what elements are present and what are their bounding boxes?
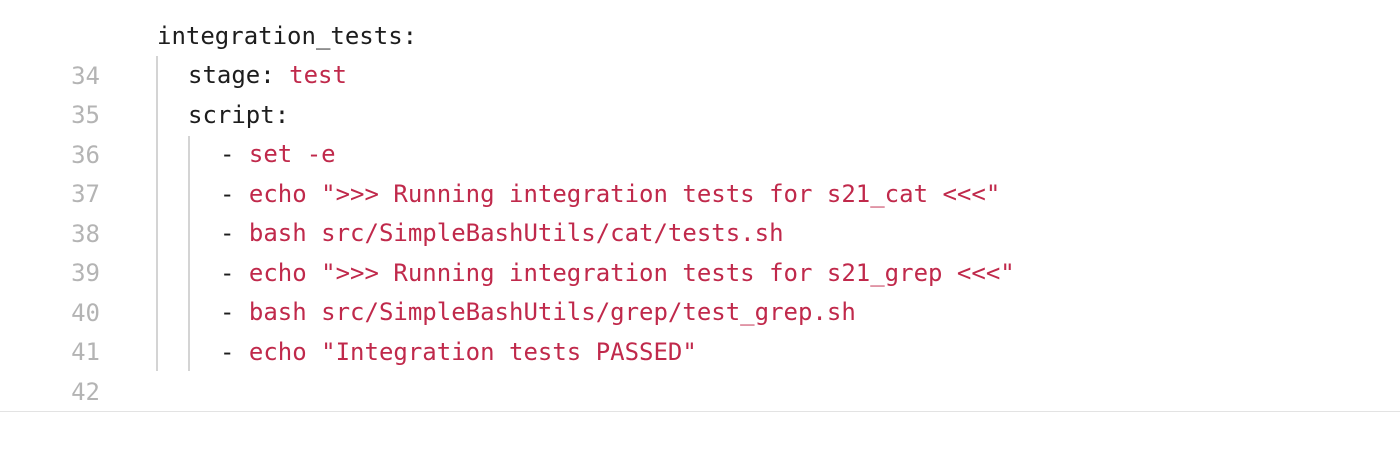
code-line[interactable]: 39 - bash src/SimpleBashUtils/cat/tests.…	[0, 213, 1400, 287]
code-editor[interactable]: 34 integration_tests: 35 stage: test 36 …	[0, 0, 1400, 412]
code-line[interactable]: 43	[0, 371, 1400, 411]
list-dash: -	[220, 298, 249, 326]
list-dash: -	[220, 140, 249, 168]
code-text: stage: test	[188, 55, 347, 95]
yaml-key: integration_tests:	[157, 22, 418, 50]
code-line[interactable]: 41 - bash src/SimpleBashUtils/grep/test_…	[0, 292, 1400, 366]
code-text: - echo ">>> Running integration tests fo…	[220, 174, 1000, 214]
code-text: integration_tests:	[157, 16, 417, 56]
list-dash: -	[220, 180, 249, 208]
yaml-value: bash src/SimpleBashUtils/cat/tests.sh	[248, 219, 784, 247]
code-text: - echo "Integration tests PASSED"	[220, 332, 697, 372]
below-editor-area	[0, 412, 1400, 450]
yaml-value: echo ">>> Running integration tests for …	[248, 180, 1001, 208]
code-line[interactable]: 40 - echo ">>> Running integration tests…	[0, 253, 1400, 327]
list-dash: -	[220, 219, 249, 247]
list-dash: -	[220, 338, 249, 366]
code-line[interactable]: 38 - echo ">>> Running integration tests…	[0, 174, 1400, 248]
code-text: - echo ">>> Running integration tests fo…	[220, 253, 1015, 293]
code-line[interactable]: 42 - echo "Integration tests PASSED"	[0, 332, 1400, 406]
code-text: - set -e	[220, 134, 336, 174]
yaml-key: script:	[188, 101, 290, 129]
code-line[interactable]: 35 stage: test	[0, 55, 1400, 129]
code-line[interactable]: 34 integration_tests:	[0, 16, 1400, 90]
yaml-value: test	[289, 61, 347, 89]
code-text: - bash src/SimpleBashUtils/cat/tests.sh	[220, 213, 784, 253]
code-line[interactable]: 37 - set -e	[0, 134, 1400, 208]
code-line[interactable]: 36 script:	[0, 95, 1400, 169]
code-text: script:	[188, 95, 289, 135]
list-dash: -	[220, 259, 249, 287]
yaml-value: set -e	[248, 140, 336, 168]
yaml-value: echo ">>> Running integration tests for …	[248, 259, 1015, 287]
yaml-key: stage:	[188, 61, 290, 89]
code-text: - bash src/SimpleBashUtils/grep/test_gre…	[220, 292, 856, 332]
yaml-value: echo "Integration tests PASSED"	[248, 338, 697, 366]
yaml-value: bash src/SimpleBashUtils/grep/test_grep.…	[248, 298, 856, 326]
